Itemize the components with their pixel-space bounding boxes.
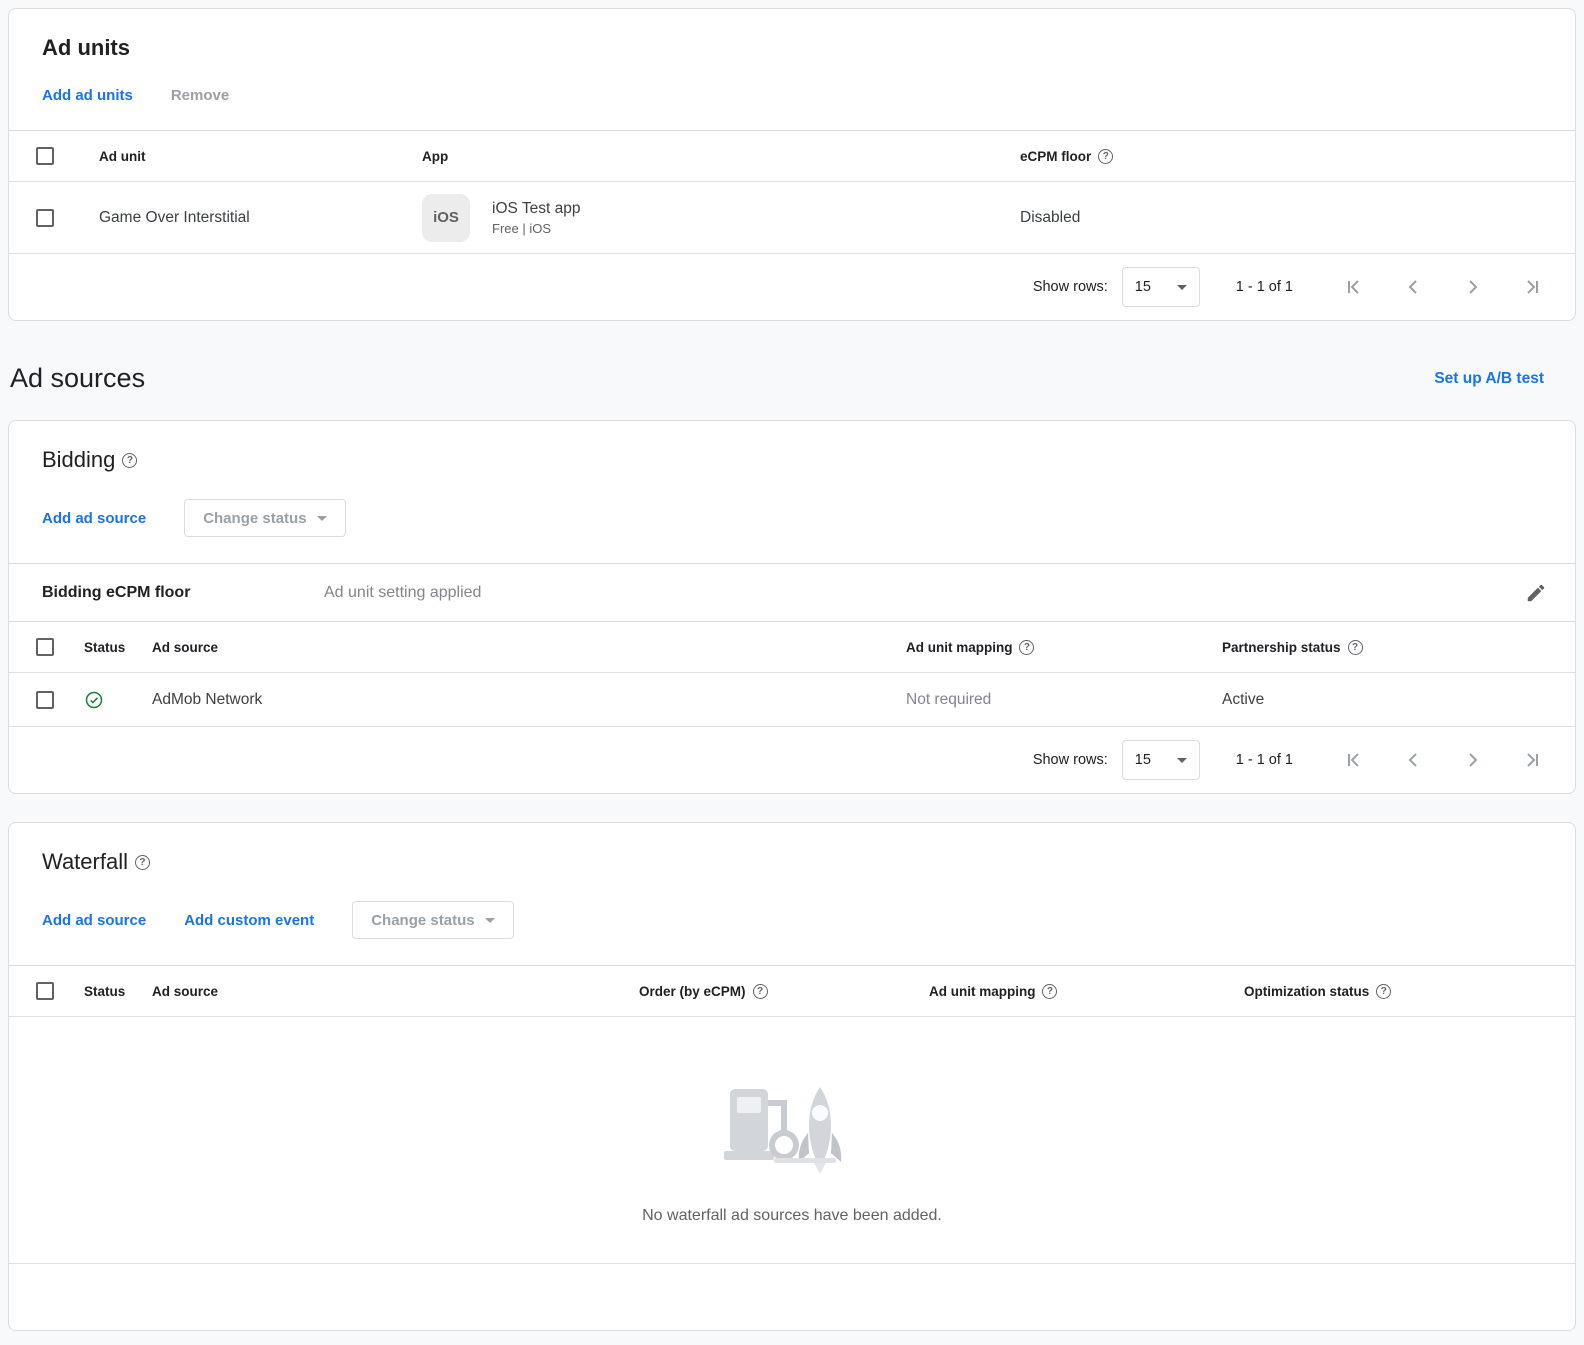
column-status: Status bbox=[84, 640, 152, 655]
ad-source-name: AdMob Network bbox=[152, 691, 906, 709]
waterfall-empty-state: No waterfall ad sources have been added. bbox=[9, 1017, 1575, 1264]
ad-unit-name: Game Over Interstitial bbox=[99, 209, 422, 227]
waterfall-title: Waterfall ? bbox=[42, 849, 1549, 875]
column-partnership-status: Partnership status ? bbox=[1222, 640, 1575, 655]
bidding-change-status-button[interactable]: Change status bbox=[184, 499, 345, 537]
select-all-checkbox[interactable] bbox=[36, 147, 54, 165]
status-active-icon bbox=[84, 690, 104, 710]
column-app: App bbox=[422, 149, 1020, 164]
bidding-head: Bidding ? Add ad source Change status bbox=[9, 421, 1575, 563]
waterfall-actions: Add ad source Add custom event Change st… bbox=[42, 901, 1549, 965]
app-meta: Free | iOS bbox=[492, 221, 580, 236]
waterfall-card: Waterfall ? Add ad source Add custom eve… bbox=[8, 822, 1576, 1331]
ecpm-floor-help-icon[interactable]: ? bbox=[1098, 149, 1113, 164]
ad-unit-mapping-help-icon[interactable]: ? bbox=[1019, 640, 1034, 655]
ad-sources-title: Ad sources bbox=[10, 363, 145, 394]
ad-units-card: Ad units Add ad units Remove Ad unit App… bbox=[8, 8, 1576, 321]
next-page-icon[interactable] bbox=[1461, 275, 1485, 299]
bidding-ecpm-floor-row: Bidding eCPM floor Ad unit setting appli… bbox=[9, 563, 1575, 621]
ad-units-pagination: Show rows: 15 1 - 1 of 1 bbox=[9, 254, 1575, 320]
column-optimization-status: Optimization status ? bbox=[1244, 984, 1575, 999]
waterfall-change-status-button[interactable]: Change status bbox=[352, 901, 513, 939]
chevron-down-icon bbox=[1177, 758, 1187, 763]
edit-ecpm-floor-button[interactable] bbox=[1525, 582, 1547, 604]
bidding-table-header: Status Ad source Ad unit mapping ? Partn… bbox=[9, 621, 1575, 673]
ios-app-icon: iOS bbox=[422, 194, 470, 242]
row-checkbox[interactable] bbox=[36, 209, 54, 227]
pager bbox=[1341, 275, 1545, 299]
column-ad-unit-mapping: Ad unit mapping ? bbox=[929, 984, 1244, 999]
bidding-ecpm-floor-label: Bidding eCPM floor bbox=[42, 584, 324, 602]
bidding-actions: Add ad source Change status bbox=[42, 499, 1549, 563]
ad-unit-mapping-help-icon[interactable]: ? bbox=[1042, 984, 1057, 999]
ecpm-floor-value: Disabled bbox=[1020, 209, 1575, 227]
show-rows-label: Show rows: bbox=[1033, 752, 1108, 768]
column-ad-source: Ad source bbox=[152, 984, 639, 999]
column-ad-source: Ad source bbox=[152, 640, 906, 655]
column-ecpm-floor: eCPM floor ? bbox=[1020, 149, 1575, 164]
ad-units-head: Ad units Add ad units Remove bbox=[9, 9, 1575, 130]
add-ad-units-link[interactable]: Add ad units bbox=[42, 87, 133, 104]
column-order-by-ecpm: Order (by eCPM) ? bbox=[639, 984, 929, 999]
chevron-down-icon bbox=[1177, 285, 1187, 290]
first-page-icon[interactable] bbox=[1341, 748, 1365, 772]
prev-page-icon[interactable] bbox=[1401, 275, 1425, 299]
chevron-down-icon bbox=[317, 516, 327, 521]
bidding-card: Bidding ? Add ad source Change status Bi… bbox=[8, 420, 1576, 794]
order-by-ecpm-help-icon[interactable]: ? bbox=[753, 984, 768, 999]
partnership-status-value: Active bbox=[1222, 691, 1575, 709]
table-row[interactable]: Game Over Interstitial iOS iOS Test app … bbox=[9, 182, 1575, 254]
ad-units-title: Ad units bbox=[42, 35, 1549, 61]
next-page-icon[interactable] bbox=[1461, 748, 1485, 772]
bidding-ecpm-floor-value: Ad unit setting applied bbox=[324, 584, 1525, 602]
ad-unit-mapping-value: Not required bbox=[906, 691, 1222, 709]
column-status: Status bbox=[84, 984, 152, 999]
column-ad-unit-mapping: Ad unit mapping ? bbox=[906, 640, 1222, 655]
table-row[interactable]: AdMob Network Not required Active bbox=[9, 673, 1575, 727]
prev-page-icon[interactable] bbox=[1401, 748, 1425, 772]
partnership-status-help-icon[interactable]: ? bbox=[1348, 640, 1363, 655]
waterfall-head: Waterfall ? Add ad source Add custom eve… bbox=[9, 823, 1575, 965]
ad-units-actions: Add ad units Remove bbox=[42, 87, 1549, 130]
rocket-illustration bbox=[712, 1063, 872, 1185]
ad-sources-header: Ad sources Set up A/B test bbox=[8, 321, 1576, 420]
select-all-checkbox[interactable] bbox=[36, 638, 54, 656]
bidding-pagination: Show rows: 15 1 - 1 of 1 bbox=[9, 727, 1575, 793]
chevron-down-icon bbox=[485, 918, 495, 923]
remove-ad-units-link[interactable]: Remove bbox=[171, 87, 229, 104]
column-ad-unit: Ad unit bbox=[99, 149, 422, 164]
select-all-checkbox[interactable] bbox=[36, 982, 54, 1000]
pager bbox=[1341, 748, 1545, 772]
waterfall-help-icon[interactable]: ? bbox=[135, 855, 150, 870]
bidding-help-icon[interactable]: ? bbox=[122, 453, 137, 468]
waterfall-add-custom-event-link[interactable]: Add custom event bbox=[184, 912, 314, 929]
bidding-add-ad-source-link[interactable]: Add ad source bbox=[42, 510, 146, 527]
page-range: 1 - 1 of 1 bbox=[1236, 752, 1293, 768]
last-page-icon[interactable] bbox=[1521, 748, 1545, 772]
last-page-icon[interactable] bbox=[1521, 275, 1545, 299]
page-range: 1 - 1 of 1 bbox=[1236, 279, 1293, 295]
setup-ab-test-link[interactable]: Set up A/B test bbox=[1434, 370, 1544, 388]
row-checkbox[interactable] bbox=[36, 691, 54, 709]
waterfall-table-header: Status Ad source Order (by eCPM) ? Ad un… bbox=[9, 965, 1575, 1017]
rows-per-page-select[interactable]: 15 bbox=[1122, 740, 1200, 780]
ad-units-table-header: Ad unit App eCPM floor ? bbox=[9, 130, 1575, 182]
pencil-icon bbox=[1525, 582, 1547, 604]
waterfall-add-ad-source-link[interactable]: Add ad source bbox=[42, 912, 146, 929]
bidding-title: Bidding ? bbox=[42, 447, 1549, 473]
rows-per-page-select[interactable]: 15 bbox=[1122, 267, 1200, 307]
waterfall-footer bbox=[9, 1264, 1575, 1330]
waterfall-empty-message: No waterfall ad sources have been added. bbox=[642, 1207, 942, 1225]
app-name: iOS Test app bbox=[492, 200, 580, 218]
show-rows-label: Show rows: bbox=[1033, 279, 1108, 295]
first-page-icon[interactable] bbox=[1341, 275, 1365, 299]
optimization-status-help-icon[interactable]: ? bbox=[1376, 984, 1391, 999]
app-info: iOS Test app Free | iOS bbox=[492, 200, 580, 236]
mediation-page: Ad units Add ad units Remove Ad unit App… bbox=[0, 0, 1584, 1345]
